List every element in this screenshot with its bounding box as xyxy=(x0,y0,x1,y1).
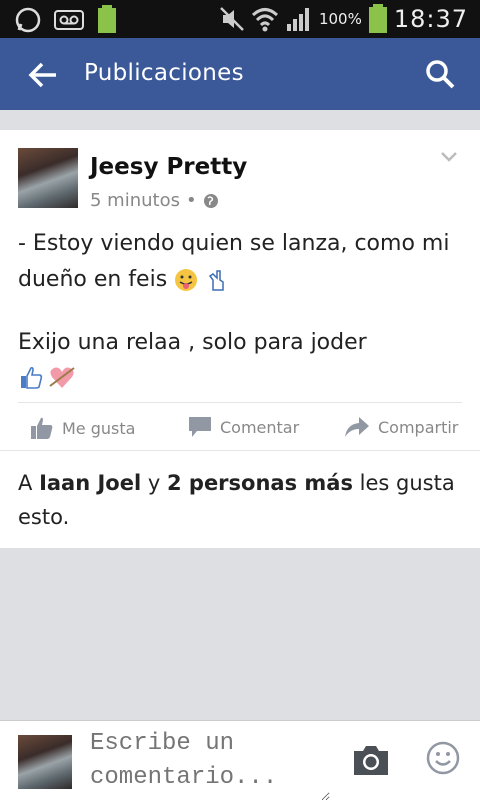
comment-input[interactable] xyxy=(90,727,330,800)
post-emojis xyxy=(18,364,76,390)
share-label: Compartir xyxy=(378,417,459,437)
comment-label: Comentar xyxy=(220,417,300,437)
heart-arrow-emoji-icon xyxy=(49,367,75,388)
share-arrow-icon xyxy=(345,417,369,437)
tongue-face-emoji-icon xyxy=(175,269,198,291)
divider xyxy=(18,402,462,403)
like-button[interactable]: Me gusta xyxy=(30,416,135,440)
ok-hand-emoji-icon xyxy=(209,270,224,291)
post-time[interactable]: 5 minutos xyxy=(90,190,180,211)
wifi-icon xyxy=(251,8,278,32)
thumbs-up-icon xyxy=(31,417,53,439)
whatsapp-icon xyxy=(15,7,41,33)
app-bar: Publicaciones xyxy=(0,38,480,110)
signal-icon xyxy=(286,8,309,31)
liker-name[interactable]: Iaan Joel xyxy=(39,471,141,495)
clock: 18:37 xyxy=(393,5,468,33)
meta-separator: • xyxy=(185,190,197,211)
mute-icon xyxy=(220,7,244,31)
likes-others[interactable]: 2 personas más xyxy=(167,471,353,495)
camera-icon[interactable] xyxy=(352,743,390,777)
chevron-down-icon[interactable] xyxy=(440,150,458,164)
battery-full-icon xyxy=(98,5,116,33)
thumbs-up-emoji-icon xyxy=(21,366,43,389)
likes-conj: y xyxy=(147,471,161,495)
emoji-smiley-icon[interactable] xyxy=(426,741,460,775)
comment-bubble-icon xyxy=(189,417,211,437)
back-arrow-icon[interactable] xyxy=(28,60,58,90)
globe-icon xyxy=(203,193,218,208)
status-bar: 100% 18:37 xyxy=(0,0,480,38)
page-title: Publicaciones xyxy=(84,60,244,86)
post-text-line1: - Estoy viendo quien se lanza, como mi d… xyxy=(18,226,458,298)
share-button[interactable]: Compartir xyxy=(344,416,458,438)
battery-percent: 100% xyxy=(318,10,362,28)
author-name[interactable]: Jeesy Pretty xyxy=(90,154,247,180)
like-label: Me gusta xyxy=(62,418,136,438)
author-avatar[interactable] xyxy=(18,148,78,208)
comment-bar xyxy=(0,720,480,800)
divider xyxy=(0,450,480,451)
battery-icon xyxy=(368,4,387,33)
comment-button[interactable]: Comentar xyxy=(188,416,299,438)
post-meta: 5 minutos • xyxy=(90,190,219,211)
post-card: Jeesy Pretty 5 minutos • - Estoy viendo … xyxy=(0,130,480,548)
likes-prefix: A xyxy=(18,471,33,495)
user-avatar xyxy=(18,735,72,789)
likes-summary[interactable]: A Iaan Joel y 2 personas más les gusta e… xyxy=(18,466,458,534)
voicemail-icon xyxy=(54,10,84,30)
post-text-content: - Estoy viendo quien se lanza, como mi d… xyxy=(18,231,450,292)
post-text-line2: Exijo una relaa , solo para joder xyxy=(18,330,367,355)
post-actions: Me gusta Comentar Compartir xyxy=(0,406,480,450)
search-icon[interactable] xyxy=(424,58,456,90)
